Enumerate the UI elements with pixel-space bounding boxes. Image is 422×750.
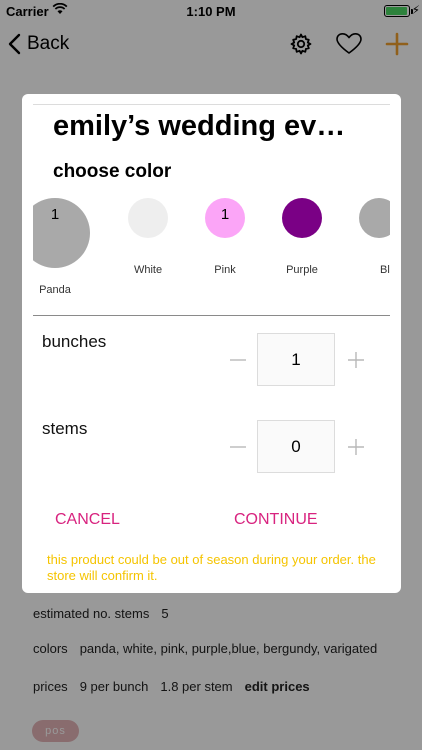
swatch-blue-circle: [359, 198, 390, 238]
minus-icon: [230, 359, 246, 361]
bunches-decrement-button[interactable]: [226, 348, 250, 372]
swatch-panda-label: Panda: [39, 284, 71, 296]
minus-icon: [230, 446, 246, 448]
modal-subtitle: choose color: [53, 161, 172, 182]
stems-label: stems: [42, 419, 88, 438]
swatch-blue[interactable]: Blue: [334, 198, 390, 308]
bunches-label: bunches: [42, 332, 107, 351]
modal-divider: [33, 315, 390, 316]
modal-top-divider: [33, 104, 390, 105]
season-warning-note: this product could be out of season duri…: [47, 552, 376, 583]
screen: Carrier 1:10 PM ⚡ Back estimated no. ste…: [0, 0, 422, 750]
bunches-input[interactable]: 1: [257, 333, 335, 386]
plus-icon: [348, 439, 364, 455]
continue-button[interactable]: CONTINUE: [234, 511, 318, 529]
stems-decrement-button[interactable]: [226, 435, 250, 459]
swatch-blue-label: Blue: [379, 264, 390, 276]
swatch-panda-count: 1: [50, 206, 60, 223]
swatch-purple-circle: [282, 198, 322, 238]
stems-input[interactable]: 0: [257, 420, 335, 473]
stems-increment-button[interactable]: [344, 435, 368, 459]
swatch-pink-count: 1: [220, 206, 230, 223]
bunches-increment-button[interactable]: [344, 348, 368, 372]
swatch-white-circle: [128, 198, 168, 238]
color-swatch-row[interactable]: 1 Panda White 1 Pink Purple Bl: [33, 198, 390, 308]
modal-title: emily’s wedding ev…: [53, 110, 346, 142]
choose-color-modal: emily’s wedding ev… choose color 1 Panda…: [22, 94, 401, 593]
plus-icon: [348, 352, 364, 368]
cancel-button[interactable]: CANCEL: [55, 511, 120, 529]
swatch-panda[interactable]: 1 Panda: [33, 198, 110, 308]
